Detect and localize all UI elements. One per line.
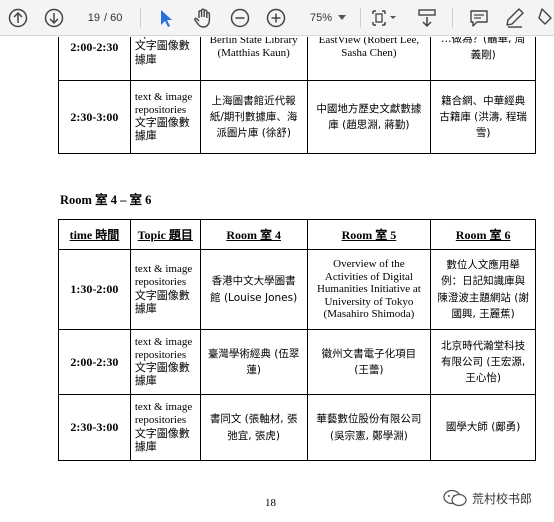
room6-cell: 籍合網、中華經典古籍庫 (洪濤, 程瑞雪) bbox=[430, 80, 536, 154]
page-indicator[interactable]: 19 / 60 bbox=[78, 6, 128, 30]
comment-icon[interactable] bbox=[466, 6, 492, 30]
room4-cell: 臺灣學術經典 (伍翠蓮) bbox=[199, 329, 308, 395]
room6-cell: 北京時代瀚堂科技有限公司 (王宏源, 王心怡) bbox=[430, 329, 536, 395]
room4-cell: 上海圖書館近代報紙/期刊數據庫、海派圖片庫 (徐舒) bbox=[199, 80, 308, 154]
room6-cell: …做為？(聶華, 周義剛) bbox=[430, 37, 536, 81]
room4-cell: 香港中文大學圖書館 (Louise Jones) bbox=[199, 249, 308, 330]
time-cell: 2:00-2:30 bbox=[58, 329, 131, 395]
header-room6: Room 室 6 bbox=[430, 219, 536, 250]
room5-cell: Overview of the Activities of Digital Hu… bbox=[306, 249, 432, 330]
zoom-in-icon[interactable] bbox=[264, 6, 288, 30]
table-row: 2:00-2:30 repositories 文字圖像數據庫 Berlin St… bbox=[58, 37, 536, 81]
fit-page-icon[interactable] bbox=[368, 6, 400, 30]
toolbar-divider bbox=[360, 8, 361, 28]
table-header-row: time 時間 Topic 題目 Room 室 4 Room 室 5 Room … bbox=[58, 219, 536, 250]
time-cell: 2:30-3:00 bbox=[58, 394, 131, 461]
document-page: 2:00-2:30 repositories 文字圖像數據庫 Berlin St… bbox=[0, 37, 554, 522]
schedule-table-bottom: time 時間 Topic 題目 Room 室 4 Room 室 5 Room … bbox=[58, 219, 536, 461]
toolbar-divider bbox=[452, 8, 453, 28]
page-down-icon[interactable] bbox=[42, 6, 66, 30]
table-row: 1:30-2:00 text & image repositories 文字圖像… bbox=[58, 249, 536, 330]
header-topic: Topic 題目 bbox=[129, 219, 201, 250]
header-room4: Room 室 4 bbox=[199, 219, 308, 250]
toolbar-divider bbox=[140, 8, 141, 28]
topic-cell: text & image repositories 文字圖像數據庫 bbox=[129, 329, 201, 395]
topic-cell: text & image repositories 文字圖像數據庫 bbox=[129, 80, 201, 154]
room6-cell: 數位人文應用舉例：日記知識庫與陳澄波主題網站 (謝國興, 王麗蕉) bbox=[430, 249, 536, 330]
page-up-icon[interactable] bbox=[6, 6, 30, 30]
time-cell: 2:30-3:00 bbox=[58, 80, 131, 154]
header-time: time 時間 bbox=[58, 219, 131, 250]
time-cell: 1:30-2:00 bbox=[58, 249, 131, 330]
page-current-field[interactable]: 19 bbox=[78, 12, 100, 24]
table-row: 2:30-3:00 text & image repositories 文字圖像… bbox=[58, 80, 536, 154]
schedule-table-top: 2:00-2:30 repositories 文字圖像數據庫 Berlin St… bbox=[58, 37, 536, 154]
topic-cell: text & image repositories 文字圖像數據庫 bbox=[129, 394, 201, 461]
table-row: 2:30-3:00 text & image repositories 文字圖像… bbox=[58, 394, 536, 461]
topic-cell: repositories 文字圖像數據庫 bbox=[129, 37, 201, 81]
zoom-level-value: 75% bbox=[309, 12, 333, 24]
zoom-level-select[interactable]: 75% bbox=[300, 6, 356, 30]
section-heading: Room 室 4 – 室 6 bbox=[60, 193, 152, 207]
watermark: 荒村校书郎 bbox=[442, 489, 532, 507]
page-total: / 60 bbox=[104, 12, 123, 24]
room5-cell: EastView (Robert Lee, Sasha Chen) bbox=[306, 37, 432, 81]
page-number: 18 bbox=[265, 497, 276, 509]
select-cursor-icon[interactable] bbox=[154, 6, 178, 30]
zoom-out-icon[interactable] bbox=[228, 6, 252, 30]
time-cell: 2:00-2:30 bbox=[58, 37, 131, 81]
room5-cell: 華藝數位股份有限公司 (吳宗憲, 鄭學淵) bbox=[306, 394, 432, 461]
room4-cell: Berlin State Library (Matthias Kaun) bbox=[199, 37, 308, 81]
pen-icon[interactable] bbox=[502, 6, 528, 30]
room5-cell: 中國地方歷史文獻數據庫 (趙思淵, 蔣勤) bbox=[306, 80, 432, 154]
table-row: 2:00-2:30 text & image repositories 文字圖像… bbox=[58, 329, 536, 395]
scroll-mode-icon[interactable] bbox=[414, 6, 440, 30]
topic-cell: text & image repositories 文字圖像數據庫 bbox=[129, 249, 201, 330]
pdf-toolbar: 19 / 60 75% bbox=[0, 0, 554, 36]
room5-cell: 徽州文書電子化項目 (王蕾) bbox=[306, 329, 432, 395]
header-room5: Room 室 5 bbox=[306, 219, 432, 250]
room4-cell: 書同文 (張軸材, 張弛宜, 張虎) bbox=[199, 394, 308, 461]
wechat-icon bbox=[443, 489, 467, 507]
highlighter-icon[interactable] bbox=[536, 6, 554, 30]
hand-tool-icon[interactable] bbox=[190, 6, 216, 30]
room6-cell: 國學大師 (鄺勇) bbox=[430, 394, 536, 461]
watermark-text: 荒村校书郎 bbox=[472, 491, 533, 506]
chevron-down-icon bbox=[338, 15, 347, 20]
